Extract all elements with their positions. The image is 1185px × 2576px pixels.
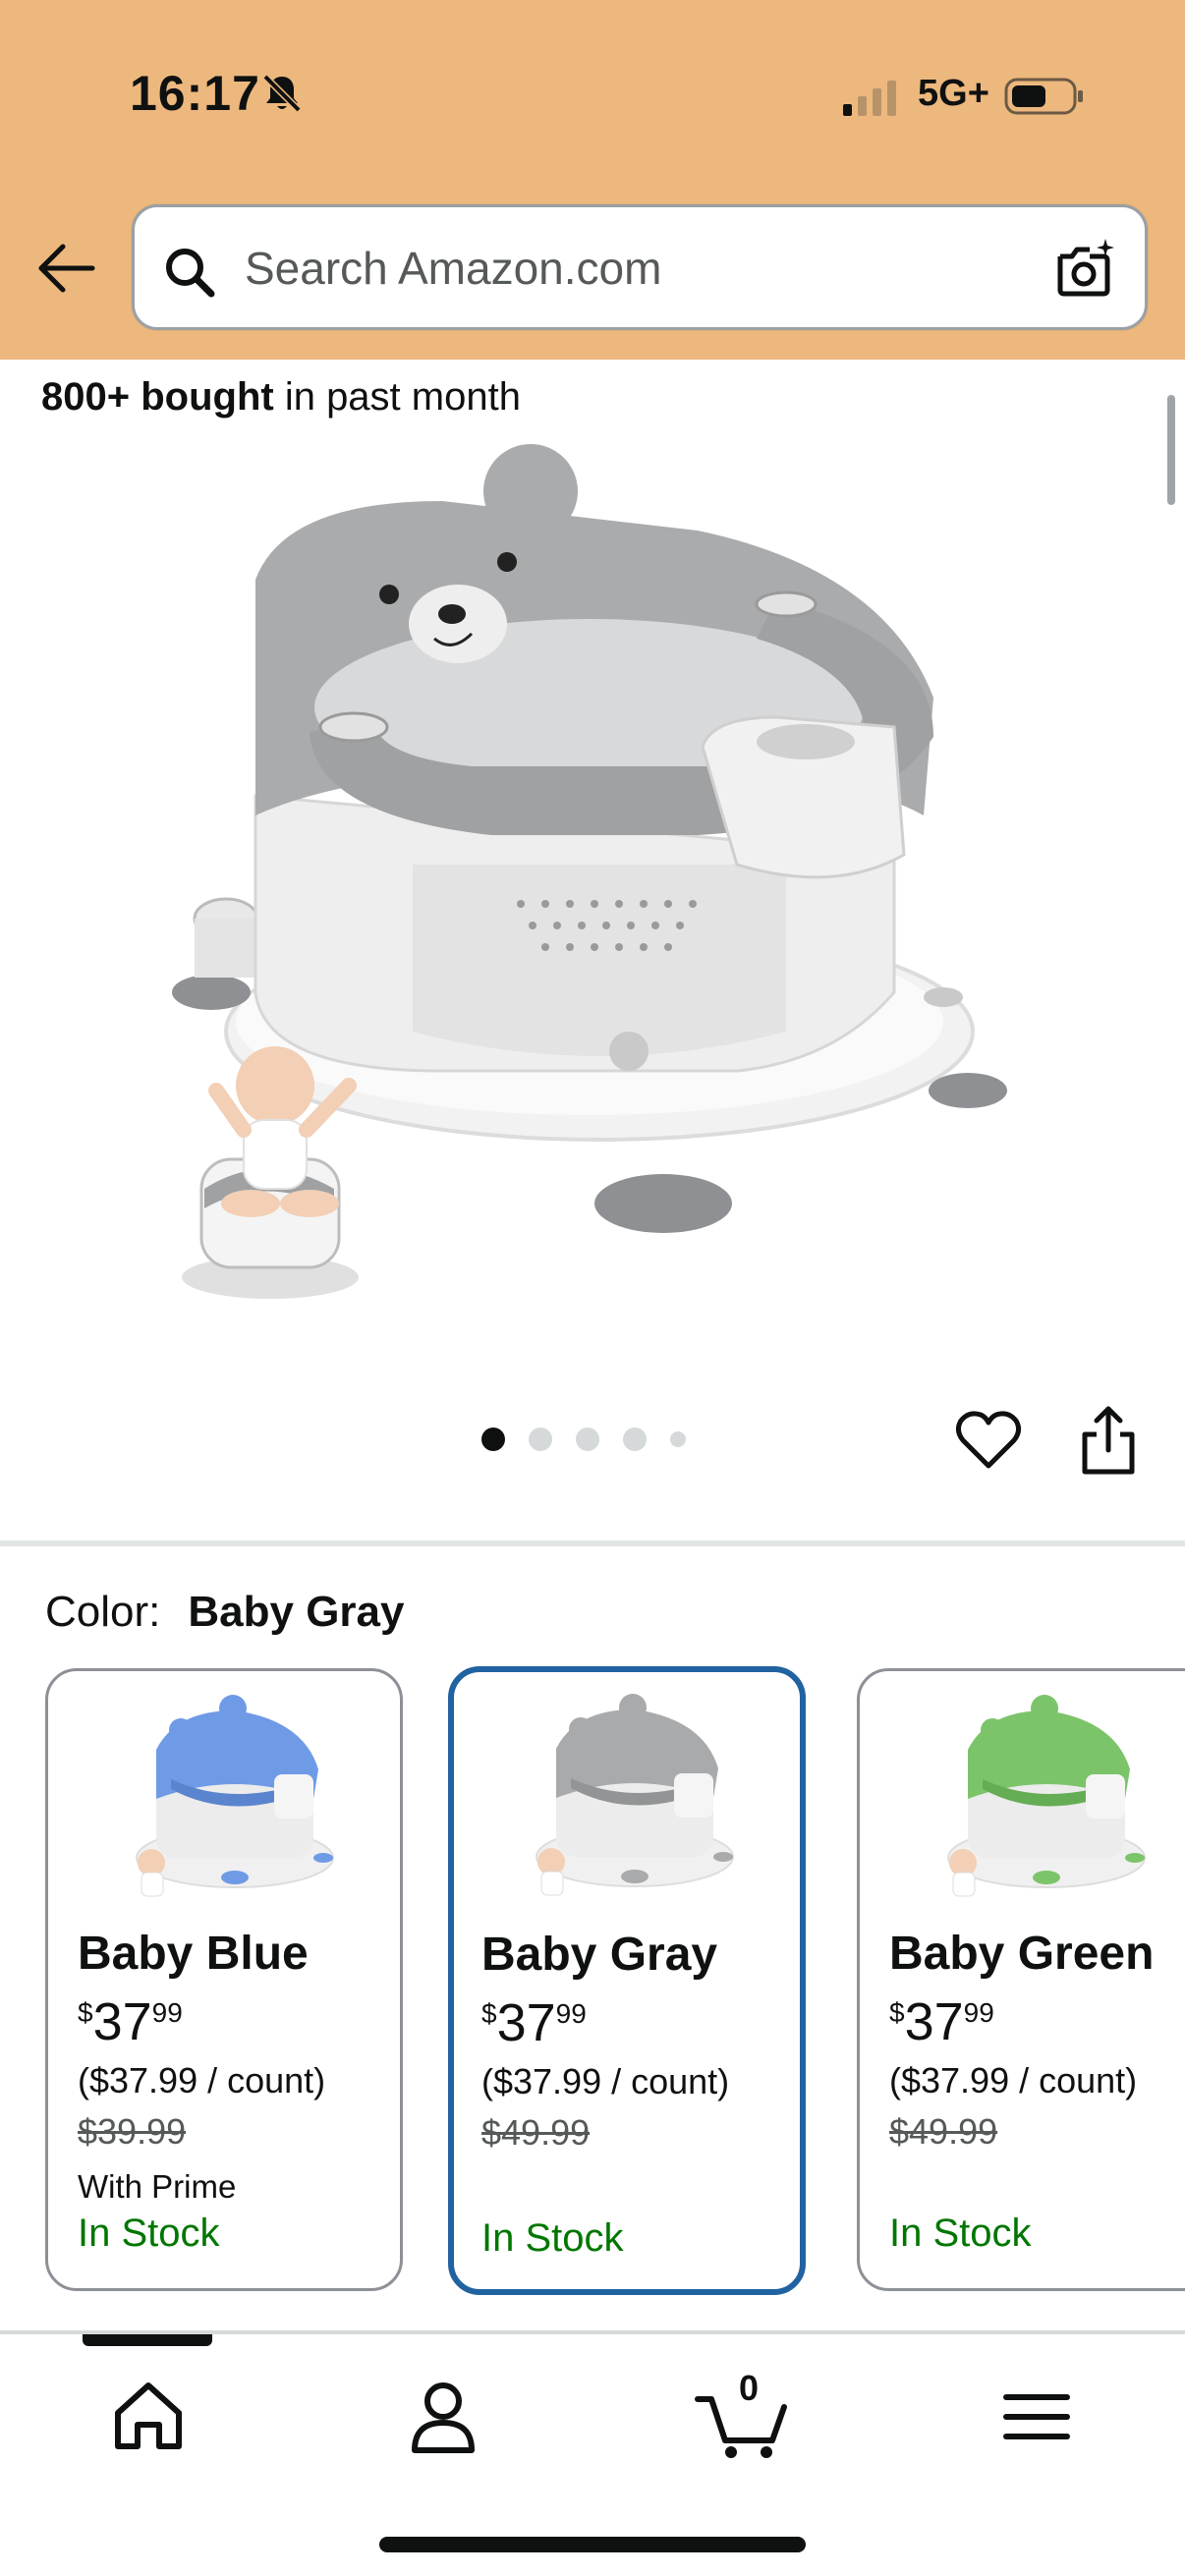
back-arrow-icon[interactable] <box>33 236 98 301</box>
swatch-thumbnail <box>536 1694 734 1896</box>
swatch-card-baby-green[interactable]: Baby Green $3799 ($37.99 / count) $49.99… <box>857 1668 1185 2291</box>
swatch-thumbnail <box>136 1695 334 1897</box>
page-dot[interactable] <box>623 1428 647 1451</box>
swatch-price: $3799 <box>78 1991 183 2052</box>
list-price: $39.99 <box>78 2111 187 2152</box>
swatch-name: Baby Blue <box>78 1928 309 1980</box>
swatch-price: $3799 <box>481 1992 587 2053</box>
page-dot[interactable] <box>576 1428 599 1451</box>
price-fraction: 99 <box>151 1997 183 2028</box>
scrollbar[interactable] <box>1167 395 1175 505</box>
status-time: 16:17 <box>130 66 260 121</box>
product-image[interactable] <box>147 442 1032 1326</box>
home-indicator[interactable] <box>379 2537 806 2552</box>
list-price: $49.99 <box>889 2111 998 2152</box>
signal-icon <box>843 81 896 116</box>
stock-status: In Stock <box>78 2212 220 2255</box>
price-whole: 37 <box>496 1993 556 2052</box>
swatch-card-baby-blue[interactable]: Baby Blue $3799 ($37.99 / count) $39.99 … <box>45 1668 403 2291</box>
cart-button[interactable]: 0 <box>694 2368 792 2460</box>
currency-symbol: $ <box>889 1997 905 2028</box>
stock-status: In Stock <box>889 2212 1032 2255</box>
home-icon[interactable] <box>104 2372 193 2460</box>
heart-icon[interactable] <box>955 1407 1022 1474</box>
active-tab-indicator <box>83 2334 212 2346</box>
currency-symbol: $ <box>481 1998 497 2029</box>
page-dot-active[interactable] <box>481 1428 505 1451</box>
search-input[interactable] <box>245 229 991 308</box>
unit-price: ($37.99 / count) <box>889 2060 1138 2100</box>
page-dot[interactable] <box>529 1428 552 1451</box>
header: 16:17 5G+ <box>0 0 1185 360</box>
search-icon <box>166 249 215 298</box>
camera-search-icon[interactable] <box>1052 237 1117 302</box>
prime-note: With Prime <box>78 2168 237 2205</box>
swatch-price: $3799 <box>889 1991 994 2052</box>
bought-count-suffix: in past month <box>273 375 521 419</box>
page-dot[interactable] <box>670 1431 686 1447</box>
menu-icon[interactable] <box>992 2372 1081 2460</box>
price-whole: 37 <box>92 1992 152 2051</box>
bought-count-bold: 800+ bought <box>41 375 274 419</box>
bought-count: 800+ bought in past month <box>41 375 521 420</box>
list-price: $49.99 <box>481 2112 591 2153</box>
share-icon[interactable] <box>1077 1405 1140 1476</box>
search-bar[interactable] <box>132 204 1148 330</box>
swatch-name: Baby Green <box>889 1928 1155 1980</box>
color-label: Color: <box>45 1588 161 1636</box>
color-selector-label: Color: Baby Gray <box>45 1588 404 1637</box>
swatch-name: Baby Gray <box>481 1929 718 1981</box>
section-divider <box>0 1540 1185 1546</box>
network-type: 5G+ <box>918 73 989 114</box>
unit-price: ($37.99 / count) <box>78 2060 326 2100</box>
price-whole: 37 <box>904 1992 964 2051</box>
stock-status: In Stock <box>481 2216 624 2260</box>
price-fraction: 99 <box>555 1998 587 2029</box>
swatch-card-baby-gray[interactable]: Baby Gray $3799 ($37.99 / count) $49.99 … <box>448 1666 806 2295</box>
battery-icon <box>1004 78 1083 115</box>
cart-count: 0 <box>738 2368 760 2408</box>
swatch-thumbnail <box>947 1695 1146 1897</box>
bell-muted-icon <box>262 74 302 113</box>
price-fraction: 99 <box>963 1997 994 2028</box>
account-icon[interactable] <box>399 2372 487 2460</box>
currency-symbol: $ <box>78 1997 93 2028</box>
image-pagination[interactable] <box>481 1425 686 1454</box>
unit-price: ($37.99 / count) <box>481 2061 730 2101</box>
selected-color: Baby Gray <box>188 1588 405 1636</box>
